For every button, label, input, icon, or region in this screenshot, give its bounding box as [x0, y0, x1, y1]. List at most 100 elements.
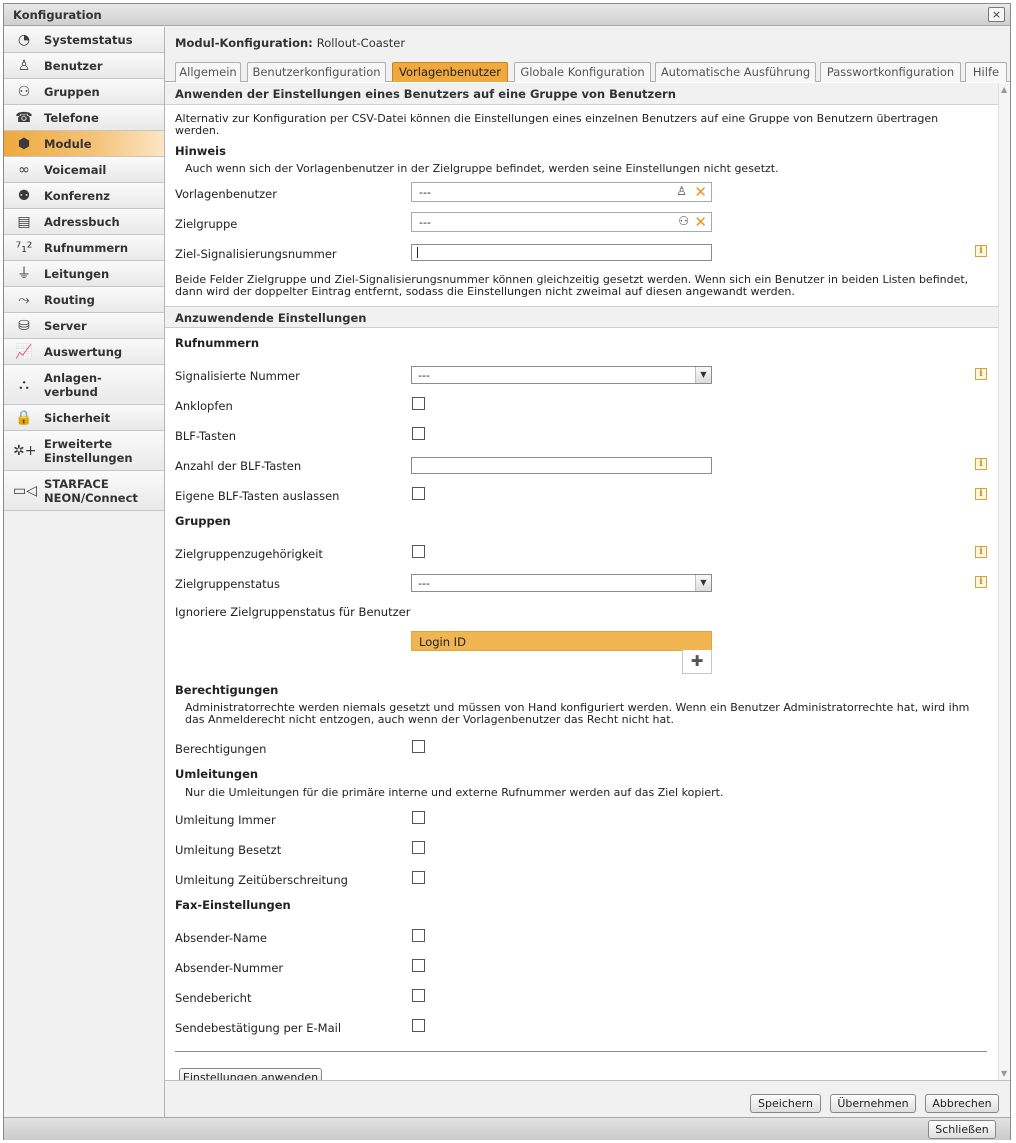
send-report-checkbox[interactable] — [412, 989, 425, 1002]
intro-text: Alternativ zur Konfiguration per CSV-Dat… — [175, 112, 939, 137]
lock-icon: 🔒 — [15, 409, 33, 426]
sender-name-checkbox[interactable] — [412, 929, 425, 942]
sidebar-item[interactable]: ⁷₁² Rufnummern — [4, 235, 164, 261]
sender-name-label: Absender-Name — [175, 931, 267, 945]
sidebar-item[interactable]: ⏚ Leitungen — [4, 261, 164, 287]
ignore-status-list[interactable]: Login ID — [411, 631, 712, 651]
close-icon[interactable]: × — [988, 7, 1005, 22]
blf-keys-label: BLF-Tasten — [175, 429, 237, 443]
list-item[interactable]: Login ID — [419, 635, 466, 649]
window-title: Konfiguration — [13, 8, 102, 22]
tab-passwortkonfiguration[interactable]: Passwortkonfiguration — [820, 62, 961, 82]
sidebar-item[interactable]: 📈 Auswertung — [4, 339, 164, 365]
sidebar-item-label: Gruppen — [44, 84, 100, 99]
chevron-down-icon[interactable]: ▼ — [695, 575, 711, 591]
email-confirm-checkbox[interactable] — [412, 1019, 425, 1032]
scroll-up-icon[interactable]: ▲ — [1001, 85, 1007, 94]
sidebar-item-label: Erweiterte Einstellungen — [44, 436, 133, 465]
apply-button[interactable]: Übernehmen — [830, 1094, 916, 1113]
signalized-number-select[interactable]: --- ▼ — [411, 366, 712, 384]
sender-number-checkbox[interactable] — [412, 959, 425, 972]
group-membership-checkbox[interactable] — [412, 545, 425, 558]
sidebar-item[interactable]: ⚉ Konferenz — [4, 183, 164, 209]
target-group-field[interactable]: --- ⚇ ✕ — [411, 212, 712, 232]
template-user-field[interactable]: --- ♙ ✕ — [411, 182, 712, 202]
sidebar-item[interactable]: ∞ Voicemail — [4, 157, 164, 183]
email-confirm-label: Sendebestätigung per E-Mail — [175, 1021, 342, 1035]
clear-icon[interactable]: ✕ — [694, 183, 707, 201]
tab-benutzerkonfiguration[interactable]: Benutzerkonfiguration — [247, 62, 386, 82]
status-bar: Schließen — [4, 1117, 1010, 1140]
sidebar-item[interactable]: ✲+ Erweiterte Einstellungen — [4, 431, 164, 471]
sidebar-item[interactable]: 🔒 Sicherheit — [4, 405, 164, 431]
permissions-checkbox[interactable] — [412, 740, 425, 753]
save-button[interactable]: Speichern — [750, 1094, 821, 1113]
title-bar: Konfiguration × — [4, 4, 1010, 26]
sidebar-item[interactable]: ⤳ Routing — [4, 287, 164, 313]
sidebar-item[interactable]: ⚇ Gruppen — [4, 79, 164, 105]
module-icon: ⬢ — [17, 135, 31, 152]
sidebar-item[interactable]: ☎ Telefone — [4, 105, 164, 131]
redirect-timeout-label: Umleitung Zeitüberschreitung — [175, 873, 348, 887]
tab-allgemein[interactable]: Allgemein — [175, 62, 241, 82]
sidebar-item[interactable]: ⛁ Server — [4, 313, 164, 339]
tab-globale-konfiguration[interactable]: Globale Konfiguration — [514, 62, 651, 82]
tab-hilfe[interactable]: Hilfe — [965, 62, 1007, 82]
info-icon[interactable]: i — [975, 576, 987, 588]
chart-icon: 📈 — [15, 343, 33, 360]
addressbook-icon: ▤ — [17, 213, 31, 230]
group-membership-label: Zielgruppenzugehörigkeit — [175, 547, 323, 561]
berechtigungen-title: Berechtigungen — [175, 683, 279, 697]
redirect-always-checkbox[interactable] — [412, 811, 425, 824]
numbers-icon: ⁷₁² — [15, 239, 33, 256]
redirect-busy-checkbox[interactable] — [412, 841, 425, 854]
sidebar-item[interactable]: ▭◁ STARFACE NEON/Connect — [4, 471, 164, 511]
signal-number-input[interactable] — [411, 244, 712, 261]
cancel-button[interactable]: Abbrechen — [925, 1094, 999, 1113]
close-button[interactable]: Schließen — [928, 1120, 996, 1139]
sidebar-item-label: Benutzer — [44, 58, 103, 73]
info-icon[interactable]: i — [975, 546, 987, 558]
signalized-number-label: Signalisierte Nummer — [175, 369, 300, 383]
lines-icon: ⏚ — [17, 265, 31, 282]
sender-number-label: Absender-Nummer — [175, 961, 284, 975]
group-status-select[interactable]: --- ▼ — [411, 574, 712, 592]
info-icon[interactable]: i — [975, 368, 987, 380]
redirect-busy-label: Umleitung Besetzt — [175, 843, 282, 857]
scroll-down-icon[interactable]: ▼ — [1001, 1069, 1007, 1078]
target-group-label: Zielgruppe — [175, 217, 238, 231]
sidebar: ◔ Systemstatus ♙ Benutzer ⚇ Gruppen ☎ Telefone ⬢… — [4, 27, 165, 1117]
sidebar-item[interactable]: ◔ Systemstatus — [4, 27, 164, 53]
main-content: Modul-Konfiguration: Rollout-Coaster Allg… — [165, 27, 1010, 1117]
server-icon: ⛁ — [18, 317, 30, 334]
vertical-scrollbar[interactable]: ▲ ▼ — [998, 83, 1010, 1080]
call-waiting-checkbox[interactable] — [412, 397, 425, 410]
sidebar-item[interactable]: ▤ Adressbuch — [4, 209, 164, 235]
advanced-settings-icon: ✲+ — [13, 442, 37, 459]
sidebar-item-label: Sicherheit — [44, 410, 111, 425]
sidebar-item-label: Rufnummern — [44, 240, 129, 255]
info-icon[interactable]: i — [975, 458, 987, 470]
sidebar-item[interactable]: ♙ Benutzer — [4, 53, 164, 79]
tab-automatische-ausfuehrung[interactable]: Automatische Ausführung — [655, 62, 816, 82]
chevron-down-icon[interactable]: ▼ — [695, 367, 711, 383]
sidebar-item-label: Telefone — [44, 110, 99, 125]
clear-icon[interactable]: ✕ — [694, 213, 707, 231]
info-icon[interactable]: i — [975, 245, 987, 257]
apply-settings-button[interactable]: Einstellungen anwenden — [179, 1068, 322, 1080]
sidebar-item[interactable]: ⬢ Module — [4, 131, 164, 157]
blf-keys-checkbox[interactable] — [412, 427, 425, 440]
add-icon[interactable]: ✚ — [682, 650, 712, 674]
gruppen-title: Gruppen — [175, 514, 231, 528]
blf-count-input[interactable] — [411, 457, 712, 474]
user-icon: ♙ — [17, 57, 31, 74]
redirect-timeout-checkbox[interactable] — [412, 871, 425, 884]
user-icon[interactable]: ♙ — [676, 184, 687, 198]
network-icon: ⛬ — [19, 376, 29, 393]
info-icon[interactable]: i — [975, 488, 987, 500]
template-user-label: Vorlagenbenutzer — [175, 187, 277, 201]
tab-vorlagenbenutzer[interactable]: Vorlagenbenutzer — [392, 62, 508, 82]
group-icon[interactable]: ⚇ — [678, 214, 689, 228]
skip-blf-checkbox[interactable] — [412, 487, 425, 500]
sidebar-item[interactable]: ⛬ Anlagen-verbund — [4, 365, 164, 405]
